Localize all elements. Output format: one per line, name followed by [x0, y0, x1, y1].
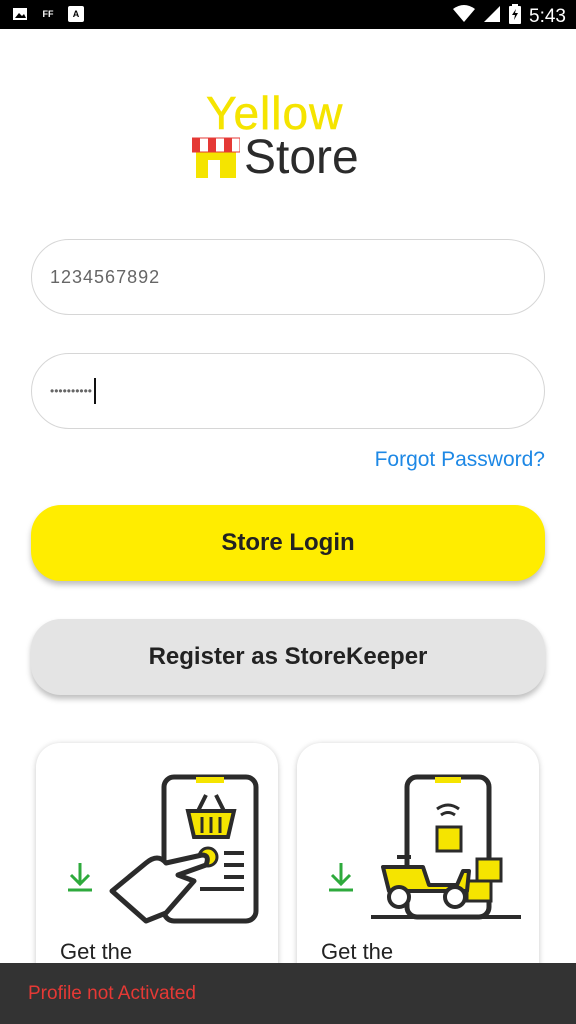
password-field[interactable]: ••••••••••	[31, 353, 545, 429]
text-caret	[94, 378, 97, 404]
ff-icon: FF	[42, 9, 54, 19]
image-icon	[12, 6, 28, 22]
download-icon	[68, 863, 92, 892]
delivery-app-icon	[371, 774, 521, 920]
signal-icon	[483, 5, 501, 28]
yellow-store-logo: Yellow Store	[192, 87, 392, 184]
battery-icon	[509, 4, 522, 29]
phone-field[interactable]: 1234567892	[31, 239, 545, 315]
password-field-value: ••••••••••	[50, 384, 93, 398]
snackbar: Profile not Activated	[0, 963, 576, 1024]
download-icon	[329, 863, 353, 892]
logo-text-store: Store	[244, 131, 359, 184]
forgot-password-link[interactable]: Forgot Password?	[375, 448, 545, 472]
status-bar: FF A 5:43	[0, 0, 576, 29]
clock-time: 5:43	[529, 6, 566, 27]
card-text: Get the	[60, 939, 133, 964]
store-awning-icon	[192, 137, 240, 178]
store-login-button[interactable]: Store Login	[31, 505, 545, 581]
status-left-icons: FF A	[12, 6, 84, 22]
shopping-app-icon	[109, 774, 259, 924]
status-right-icons: 5:43	[453, 4, 566, 29]
app-screen: FF A 5:43 Yellow Store 1234567892 ••••••…	[0, 0, 576, 1024]
register-storekeeper-button[interactable]: Register as StoreKeeper	[31, 619, 545, 695]
card-text: Get the	[321, 939, 394, 964]
wifi-icon	[453, 5, 476, 28]
snackbar-message: Profile not Activated	[28, 982, 196, 1004]
a-icon: A	[68, 6, 84, 22]
phone-field-value: 1234567892	[50, 266, 161, 287]
